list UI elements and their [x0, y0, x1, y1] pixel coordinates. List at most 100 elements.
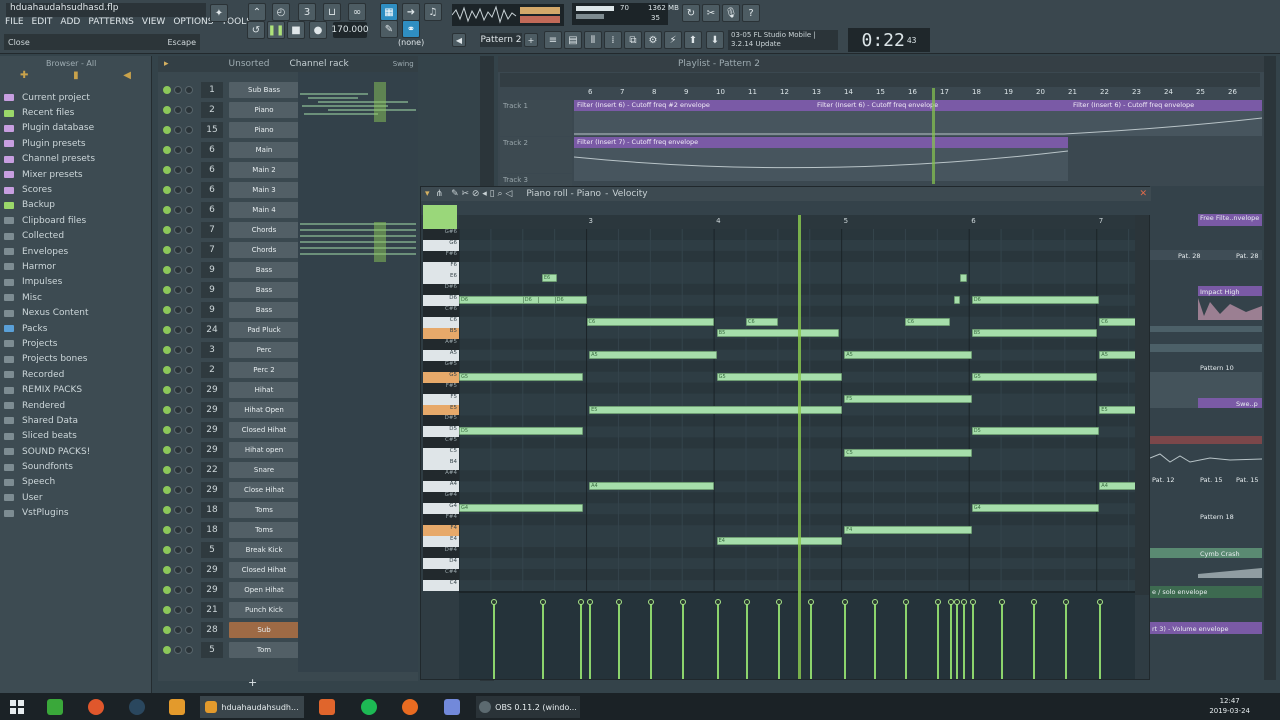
browser-item[interactable]: Backup	[4, 198, 151, 213]
mixer-track-number[interactable]: 5	[201, 542, 223, 558]
note[interactable]: A4	[589, 482, 715, 491]
mute-led-icon[interactable]	[163, 106, 171, 114]
velocity-bar[interactable]	[950, 603, 953, 679]
mixer-track-number[interactable]: 6	[201, 182, 223, 198]
pencil-icon[interactable]: ✎	[380, 20, 398, 38]
channel-name-button[interactable]: Bass	[229, 262, 299, 278]
channel-name-button[interactable]: Perc	[229, 342, 299, 358]
link-icon[interactable]: ⚭	[402, 20, 420, 38]
browser-item[interactable]: Current project	[4, 90, 151, 105]
browser-item[interactable]: Soundfonts	[4, 459, 151, 474]
piano-key[interactable]: D5	[423, 426, 459, 438]
browser-item[interactable]: Clipboard files	[4, 213, 151, 228]
step-grid[interactable]	[298, 72, 418, 672]
mixer-track-number[interactable]: 29	[201, 382, 223, 398]
velocity-handle[interactable]	[743, 599, 750, 605]
browser-item[interactable]: VstPlugins	[4, 506, 151, 521]
velocity-bar[interactable]	[618, 603, 621, 679]
mute-led-icon[interactable]	[163, 306, 171, 314]
mixer-track-number[interactable]: 9	[201, 302, 223, 318]
browser-item[interactable]: Channel presets	[4, 152, 151, 167]
velocity-bar[interactable]	[493, 603, 496, 679]
velocity-bar[interactable]	[745, 603, 748, 679]
browser-item[interactable]: Collected	[4, 229, 151, 244]
automation-clip[interactable]: Filter (Insert 6) - Cutoff freq #2 envel…	[574, 100, 814, 111]
velocity-handle[interactable]	[539, 599, 546, 605]
piano-key[interactable]: G5	[423, 371, 459, 383]
browser-item[interactable]: Harmor	[4, 259, 151, 274]
browser-item[interactable]: Packs	[4, 321, 151, 336]
mute-led-icon[interactable]	[163, 586, 171, 594]
velocity-handle[interactable]	[680, 599, 687, 605]
channel-name-button[interactable]: Hihat	[229, 382, 299, 398]
stop-button[interactable]: ■	[287, 21, 305, 39]
browser-item[interactable]: Mixer presets	[4, 167, 151, 182]
mute-led-icon[interactable]	[163, 366, 171, 374]
mute-led-icon[interactable]	[163, 346, 171, 354]
piano-key[interactable]: C#6	[423, 305, 459, 317]
pan-knob-icon[interactable]	[174, 246, 182, 254]
velocity-bar[interactable]	[541, 603, 544, 679]
pan-knob-icon[interactable]	[174, 626, 182, 634]
pan-knob-icon[interactable]	[174, 366, 182, 374]
channel-name-button[interactable]: Chords	[229, 222, 299, 238]
mute-led-icon[interactable]	[163, 566, 171, 574]
plugin-icon[interactable]: ⚙	[644, 31, 662, 49]
note[interactable]: D5	[459, 427, 583, 436]
channel-name-button[interactable]: Perc 2	[229, 362, 299, 378]
pause-button[interactable]: ❚❚	[267, 21, 285, 39]
taskbar-flstudio-window[interactable]: hduahaudahsudh...	[200, 696, 304, 718]
plug-icon[interactable]: ⚡	[664, 31, 682, 49]
mute-led-icon[interactable]	[163, 406, 171, 414]
volume-knob-icon[interactable]	[185, 406, 193, 414]
menu-item[interactable]: ADD	[59, 17, 81, 31]
velocity-handle[interactable]	[648, 599, 655, 605]
piano-key[interactable]: G4	[423, 503, 459, 515]
mute-led-icon[interactable]	[163, 506, 171, 514]
piano-key[interactable]: E4	[423, 536, 459, 548]
velocity-bar[interactable]	[971, 603, 974, 679]
browser-item[interactable]: Rendered	[4, 398, 151, 413]
mixer-track-number[interactable]: 1	[201, 82, 223, 98]
velocity-bar[interactable]	[956, 603, 959, 679]
channel-name-button[interactable]: Tom	[229, 642, 299, 658]
piano-key[interactable]: B4	[423, 459, 459, 471]
piano-key[interactable]: D#6	[423, 283, 459, 295]
mixer-track-number[interactable]: 6	[201, 142, 223, 158]
velocity-handle[interactable]	[1030, 599, 1037, 605]
channel-name-button[interactable]: Pad Pluck	[229, 322, 299, 338]
step-icon[interactable]: ⊔	[323, 3, 341, 21]
piano-roll-scrollbar[interactable]	[1135, 215, 1149, 595]
volume-knob-icon[interactable]	[185, 586, 193, 594]
velocity-handle[interactable]	[578, 599, 585, 605]
note[interactable]: C6	[586, 317, 715, 326]
note[interactable]: D6	[971, 295, 1100, 304]
star-icon[interactable]: ✚	[20, 70, 28, 84]
pan-knob-icon[interactable]	[174, 526, 182, 534]
velocity-bar[interactable]	[589, 603, 592, 679]
volume-knob-icon[interactable]	[185, 286, 193, 294]
news-panel[interactable]: 03-05 FL Studio Mobile | 3.2.14 Update	[728, 30, 838, 50]
volume-knob-icon[interactable]	[185, 626, 193, 634]
piano-key[interactable]: F#5	[423, 382, 459, 394]
velocity-handle[interactable]	[775, 599, 782, 605]
rack-swing[interactable]: Swing	[393, 60, 414, 68]
note[interactable]: A5	[589, 350, 717, 359]
mixer-track-number[interactable]: 28	[201, 622, 223, 638]
piano-key[interactable]: C#4	[423, 569, 459, 581]
volume-knob-icon[interactable]	[185, 246, 193, 254]
mixer-track-number[interactable]: 6	[201, 202, 223, 218]
tools-icons[interactable]: ✎ ✂ ⊘ ◂ ▯ ⌕ ◁	[451, 189, 512, 199]
note[interactable]	[960, 273, 967, 282]
pan-knob-icon[interactable]	[174, 606, 182, 614]
mic-icon[interactable]: ♫	[424, 3, 442, 21]
mixer-track-number[interactable]: 18	[201, 522, 223, 538]
piano-key[interactable]: D#5	[423, 415, 459, 427]
mute-led-icon[interactable]	[163, 646, 171, 654]
velocity-bar[interactable]	[580, 603, 583, 679]
piano-key[interactable]: C5	[423, 448, 459, 460]
velocity-handle[interactable]	[1062, 599, 1069, 605]
rack-menu-icon[interactable]: ▸	[164, 59, 169, 69]
taskbar-obs-window[interactable]: OBS 0.11.2 (windo...	[476, 696, 580, 718]
snap-value[interactable]: (none)	[398, 38, 424, 47]
